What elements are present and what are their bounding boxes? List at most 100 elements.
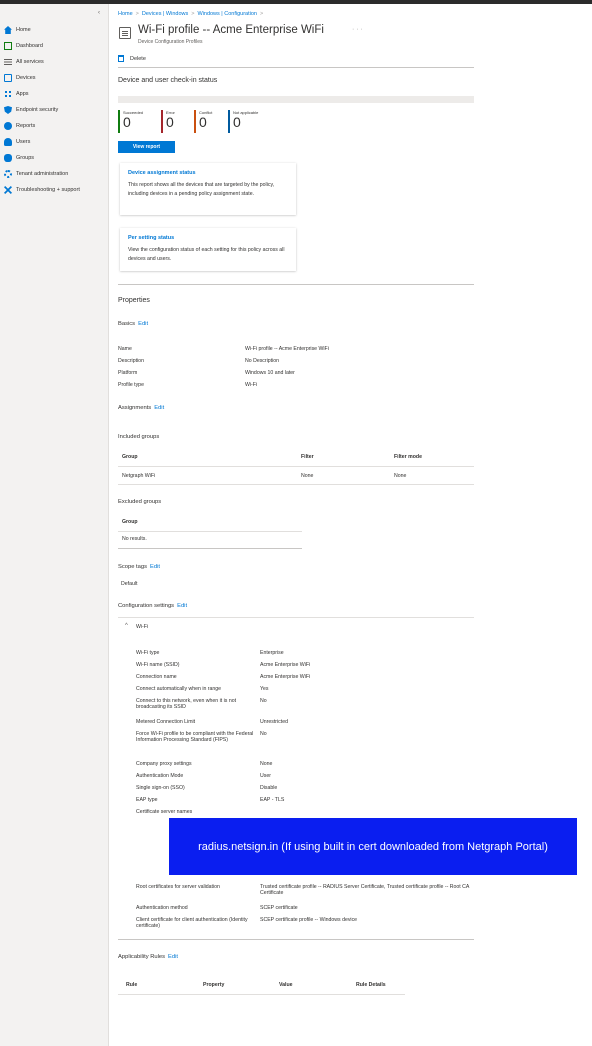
config-key: Wi-Fi name (SSID) (136, 662, 180, 668)
config-value: Yes (260, 686, 269, 692)
config-value: SCEP certificate (260, 905, 298, 911)
sidebar-item-label: Groups (16, 155, 35, 161)
assignments-heading: Assignments Edit (118, 405, 164, 411)
config-key: Company proxy settings (136, 761, 192, 767)
per-setting-card[interactable]: Per setting status View the configuratio… (120, 228, 296, 271)
sidebar-item-apps[interactable]: Apps (0, 86, 109, 102)
prop-key: Name (118, 346, 132, 352)
sidebar-item-label: Dashboard (16, 43, 43, 49)
sidebar-item-label: All services (16, 59, 44, 65)
configuration-settings-label: Configuration settings (118, 603, 175, 609)
card-description: View the configuration status of each se… (128, 247, 285, 262)
main-content: Home > Devices | Windows > Windows | Configu… (109, 4, 592, 1046)
stat-conflict: Conflict 0 (194, 110, 212, 133)
sidebar-item-devices[interactable]: Devices (0, 70, 109, 86)
breadcrumb: Home > Devices | Windows > Windows | Configu… (118, 11, 266, 17)
basics-heading: Basics Edit (118, 321, 148, 327)
wifi-section-title[interactable]: Wi-Fi (136, 624, 148, 630)
sidebar-item-tenant-administration[interactable]: Tenant administration (0, 166, 109, 182)
collapse-sidebar-button[interactable]: ‹ (98, 10, 100, 16)
breadcrumb-home[interactable]: Home (118, 11, 133, 17)
card-title[interactable]: Device assignment status (128, 170, 288, 176)
sidebar-item-reports[interactable]: Reports (0, 118, 109, 134)
table-cell-filter: None (301, 473, 314, 479)
config-key: Root certificates for server validation (136, 884, 220, 890)
column-header-rule-details: Rule Details (356, 982, 386, 988)
config-value: Trusted certificate profile -- RADIUS Se… (260, 884, 470, 896)
delete-button[interactable]: Delete (118, 55, 146, 62)
more-options-button[interactable]: · · · (352, 26, 363, 33)
breadcrumb-windows-configuration[interactable]: Windows | Configuration (197, 11, 257, 17)
user-icon (4, 138, 12, 146)
basics-label: Basics (118, 321, 136, 327)
prop-value: No Description (245, 358, 280, 364)
sidebar-item-dashboard[interactable]: Dashboard (0, 38, 109, 54)
shield-icon (4, 106, 12, 114)
edit-basics-link[interactable]: Edit (138, 321, 148, 327)
edit-scope-tags-link[interactable]: Edit (150, 564, 160, 570)
column-header-filter: Filter (301, 454, 314, 460)
config-value: User (260, 773, 271, 779)
trash-icon (118, 55, 124, 62)
table-cell-empty: No results. (122, 536, 147, 542)
sidebar-item-groups[interactable]: Groups (0, 150, 109, 166)
configuration-settings-heading: Configuration settings Edit (118, 603, 187, 609)
edit-assignments-link[interactable]: Edit (154, 405, 164, 411)
divider (118, 67, 474, 68)
table-divider (118, 466, 474, 467)
sidebar-item-home[interactable]: Home (0, 22, 109, 38)
config-key: Authentication method (136, 905, 188, 911)
breadcrumb-devices-windows[interactable]: Devices | Windows (142, 11, 188, 17)
assignments-label: Assignments (118, 405, 152, 411)
view-report-button[interactable]: View report (118, 141, 175, 153)
config-value: No (260, 731, 267, 737)
applicability-rules-heading: Applicability Rules Edit (118, 954, 178, 960)
config-value: No (260, 698, 267, 704)
excluded-groups-heading: Excluded groups (118, 499, 162, 505)
scope-tags-label: Scope tags (118, 564, 148, 570)
config-value: None (260, 761, 273, 767)
config-value: Disable (260, 785, 278, 791)
config-key: Connection name (136, 674, 177, 680)
column-header-value: Value (279, 982, 293, 988)
prop-value: Windows 10 and later (245, 370, 295, 376)
edit-applicability-link[interactable]: Edit (168, 954, 178, 960)
device-assignment-card[interactable]: Device assignment status This report sho… (120, 163, 296, 215)
card-title[interactable]: Per setting status (128, 235, 288, 241)
dashboard-icon (4, 42, 12, 50)
delete-label: Delete (130, 55, 146, 62)
breadcrumb-separator: > (259, 11, 264, 17)
config-key: Authentication Mode (136, 773, 184, 779)
devices-icon (4, 74, 12, 82)
config-key: Force Wi-Fi profile to be compliant with… (136, 731, 254, 743)
profile-icon (119, 27, 131, 39)
checkin-heading: Device and user check-in status (118, 77, 218, 84)
prop-key: Platform (118, 370, 138, 376)
included-groups-heading: Included groups (118, 434, 160, 440)
sidebar-item-troubleshooting-support[interactable]: Troubleshooting + support (0, 182, 109, 198)
prop-key: Description (118, 358, 144, 364)
column-header-group: Group (122, 519, 138, 525)
sidebar-item-endpoint-security[interactable]: Endpoint security (0, 102, 109, 118)
column-header-property: Property (203, 982, 225, 988)
table-cell-filter-mode: None (394, 473, 407, 479)
sidebar-item-users[interactable]: Users (0, 134, 109, 150)
sidebar-item-label: Users (16, 139, 31, 145)
stat-error: Error 0 (161, 110, 175, 133)
sidebar-item-label: Troubleshooting + support (16, 187, 80, 193)
divider (118, 284, 474, 285)
checkin-progress-bar (118, 96, 474, 103)
edit-configuration-link[interactable]: Edit (177, 603, 187, 609)
card-description: This report shows all the devices that a… (128, 182, 275, 197)
column-header-rule: Rule (126, 982, 138, 988)
sidebar-item-label: Devices (16, 75, 36, 81)
table-divider (118, 548, 302, 549)
sidebar-item-label: Tenant administration (16, 171, 69, 177)
wrench-icon (4, 186, 12, 194)
stat-value: 0 (233, 114, 241, 130)
config-key: Metered Connection Limit (136, 719, 196, 725)
page-subtitle: Device Configuration Profiles (138, 39, 203, 45)
sidebar-item-all-services[interactable]: All services (0, 54, 109, 70)
stat-value: 0 (166, 114, 174, 130)
collapse-wifi-icon[interactable]: ^ (125, 623, 128, 629)
